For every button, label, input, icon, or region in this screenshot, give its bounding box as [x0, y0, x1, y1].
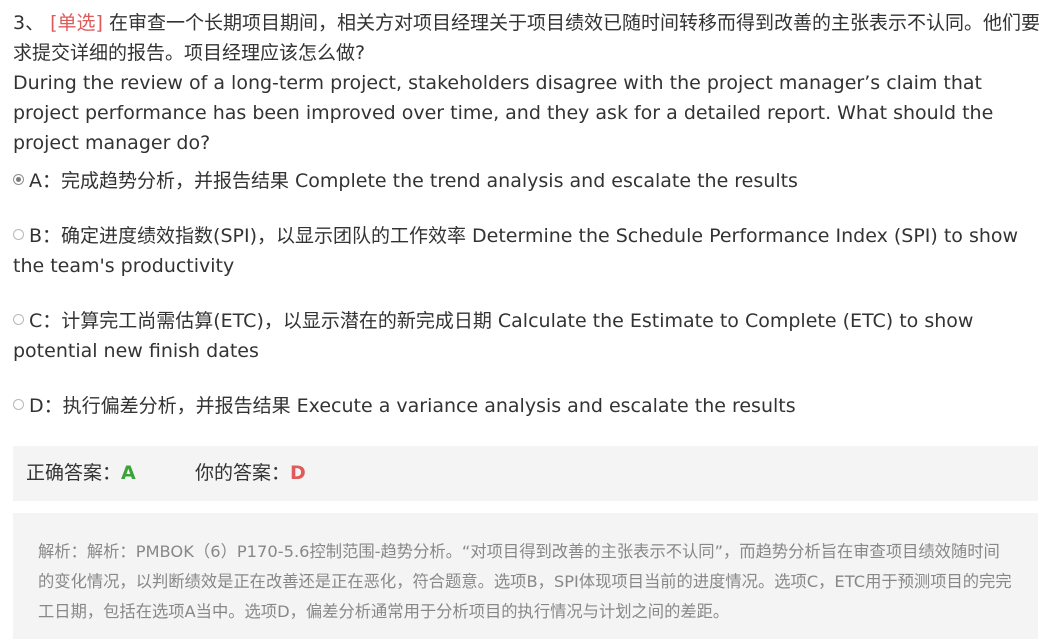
question-text-cn: 在审查一个长期项目期间，相关方对项目经理关于项目绩效已随时间转移而得到改善的主张… [13, 12, 1041, 64]
user-answer: 你的答案：D [195, 446, 306, 501]
option-b-text: B：确定进度绩效指数(SPI)，以显示团队的工作效率 Determine the… [13, 225, 1019, 277]
answer-panel: 正确答案：A 你的答案：D [13, 446, 1038, 501]
option-d-text: D：执行偏差分析，并报告结果 Execute a variance analys… [29, 395, 796, 417]
option-b[interactable]: B：确定进度绩效指数(SPI)，以显示团队的工作效率 Determine the… [13, 221, 1043, 281]
correct-answer-value: A [121, 462, 136, 484]
correct-answer: 正确答案：A [26, 446, 136, 501]
analysis-text: 解析：解析：PMBOK（6）P170-5.6控制范围-趋势分析。“对项目得到改善… [38, 542, 1012, 621]
correct-answer-label: 正确答案： [26, 462, 122, 484]
option-a-text: A：完成趋势分析，并报告结果 Complete the trend analys… [29, 170, 798, 192]
option-a[interactable]: A：完成趋势分析，并报告结果 Complete the trend analys… [13, 166, 1043, 196]
user-answer-label: 你的答案： [195, 462, 291, 484]
radio-checked-icon[interactable] [13, 174, 24, 185]
question-stem: 3、 [单选] 在审查一个长期项目期间，相关方对项目经理关于项目绩效已随时间转移… [13, 8, 1043, 158]
option-c[interactable]: C：计算完工尚需估算(ETC)，以显示潜在的新完成日期 Calculate th… [13, 306, 1043, 366]
user-answer-value: D [290, 462, 306, 484]
question-text-en: During the review of a long-term project… [13, 72, 994, 154]
radio-unchecked-icon[interactable] [13, 399, 24, 410]
radio-unchecked-icon[interactable] [13, 314, 24, 325]
option-c-text: C：计算完工尚需估算(ETC)，以显示潜在的新完成日期 Calculate th… [13, 310, 974, 362]
question-number: 3、 [13, 12, 45, 34]
question-type-badge: [单选] [50, 12, 103, 34]
option-d[interactable]: D：执行偏差分析，并报告结果 Execute a variance analys… [13, 391, 1043, 421]
radio-unchecked-icon[interactable] [13, 229, 24, 240]
analysis-panel: 解析：解析：PMBOK（6）P170-5.6控制范围-趋势分析。“对项目得到改善… [13, 513, 1038, 639]
